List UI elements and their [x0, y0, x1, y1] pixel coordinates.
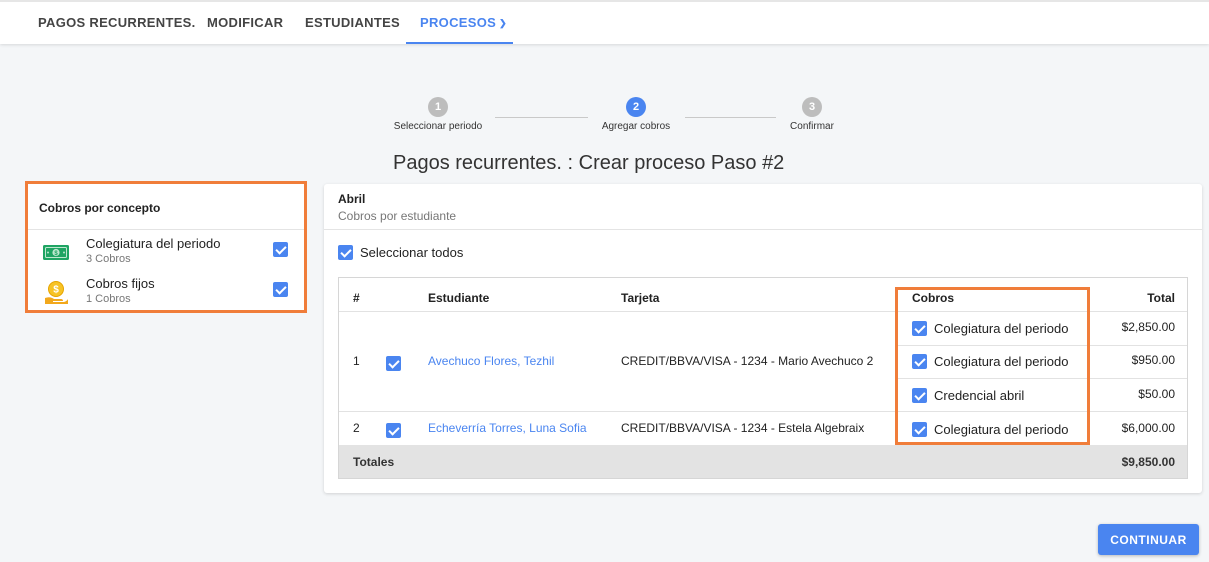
concepts-title: Cobros por concepto [39, 201, 161, 215]
step-label: Agregar cobros [601, 121, 671, 132]
select-all-control[interactable]: Seleccionar todos [338, 245, 463, 260]
concept-checkbox[interactable] [273, 242, 288, 257]
col-header-charges: Cobros [912, 291, 954, 305]
charge-label: Colegiatura del periodo [934, 354, 1069, 369]
divider [324, 229, 1202, 230]
concepts-card: Cobros por concepto $ Colegiatura del pe… [25, 181, 307, 313]
col-header-card: Tarjeta [621, 291, 660, 305]
top-nav: PAGOS RECURRENTES. MODIFICAR ESTUDIANTES… [0, 0, 1209, 44]
concept-item-colegiatura: $ Colegiatura del periodo 3 Cobros [28, 236, 304, 274]
panel-month: Abril [338, 192, 366, 206]
concept-item-cobros-fijos: $ Cobros fijos 1 Cobros [28, 276, 304, 314]
charge-amount: $950.00 [1131, 353, 1175, 367]
totals-row: Totales $9,850.00 [339, 445, 1187, 478]
row-number: 2 [353, 421, 360, 435]
step-number: 3 [802, 97, 822, 117]
charge-item: Colegiatura del periodo [912, 354, 1068, 369]
step-confirmar: 3 Confirmar [757, 97, 867, 132]
student-link[interactable]: Avechuco Flores, Tezhil [428, 354, 554, 368]
charge-checkbox[interactable] [912, 321, 927, 336]
charges-panel: Abril Cobros por estudiante Seleccionar … [324, 184, 1202, 493]
step-number: 2 [626, 97, 646, 117]
charge-amount: $6,000.00 [1121, 421, 1175, 435]
row-checkbox[interactable] [386, 423, 401, 438]
charge-label: Credencial abril [934, 388, 1025, 403]
concept-name: Cobros fijos [86, 276, 155, 291]
charge-item: Credencial abril [912, 388, 1024, 403]
charge-label: Colegiatura del periodo [934, 321, 1069, 336]
col-header-total: Total [1147, 291, 1175, 305]
charge-checkbox[interactable] [912, 354, 927, 369]
continue-button[interactable]: CONTINUAR [1098, 524, 1199, 555]
select-all-label: Seleccionar todos [360, 245, 464, 260]
card-info: CREDIT/BBVA/VISA - 1234 - Mario Avechuco… [621, 354, 874, 368]
svg-text:$: $ [53, 285, 59, 296]
col-header-num: # [353, 291, 360, 305]
step-number: 1 [428, 97, 448, 117]
tab-estudiantes[interactable]: ESTUDIANTES [305, 2, 400, 44]
divider [28, 229, 304, 230]
charge-label: Colegiatura del periodo [934, 422, 1069, 437]
row-checkbox[interactable] [386, 356, 401, 371]
concept-checkbox[interactable] [273, 282, 288, 297]
step-connector [495, 117, 588, 118]
student-link[interactable]: Echeverría Torres, Luna Sofia [428, 421, 587, 435]
concept-count: 1 Cobros [86, 293, 131, 305]
step-agregar-cobros: 2 Agregar cobros [581, 97, 691, 132]
chevron-down-icon: ❯ [499, 18, 507, 28]
select-all-checkbox[interactable] [338, 245, 353, 260]
divider [339, 311, 1187, 312]
charge-amount: $50.00 [1138, 387, 1175, 401]
tab-pagos-recurrentes[interactable]: PAGOS RECURRENTES. [38, 2, 196, 44]
tab-modificar[interactable]: MODIFICAR [207, 2, 283, 44]
concept-count: 3 Cobros [86, 253, 131, 265]
coin-hand-icon: $ [42, 280, 70, 306]
step-label: Confirmar [790, 121, 834, 132]
banknote-icon: $ [42, 240, 70, 266]
panel-subtitle: Cobros por estudiante [338, 209, 457, 223]
concept-name: Colegiatura del periodo [86, 236, 221, 251]
charge-item: Colegiatura del periodo [912, 321, 1068, 336]
tab-procesos-label: PROCESOS [420, 15, 497, 30]
charge-checkbox[interactable] [912, 388, 927, 403]
divider [339, 411, 1187, 412]
totals-label: Totales [353, 455, 395, 469]
col-header-student: Estudiante [428, 291, 490, 305]
divider [896, 345, 1187, 346]
card-info: CREDIT/BBVA/VISA - 1234 - Estela Algebra… [621, 421, 865, 435]
step-seleccionar-periodo: 1 Seleccionar periodo [383, 97, 493, 132]
row-number: 1 [353, 354, 360, 368]
step-label: Seleccionar periodo [393, 121, 483, 132]
totals-value: $9,850.00 [1121, 455, 1175, 469]
page-title: Pagos recurrentes. : Crear proceso Paso … [393, 152, 785, 174]
tab-procesos[interactable]: PROCESOS ❯ [406, 2, 513, 44]
charge-checkbox[interactable] [912, 422, 927, 437]
charge-amount: $2,850.00 [1121, 320, 1175, 334]
charges-table: # Estudiante Tarjeta Cobros Total 1 Avec… [338, 277, 1188, 479]
divider [896, 378, 1187, 379]
charge-item: Colegiatura del periodo [912, 422, 1068, 437]
